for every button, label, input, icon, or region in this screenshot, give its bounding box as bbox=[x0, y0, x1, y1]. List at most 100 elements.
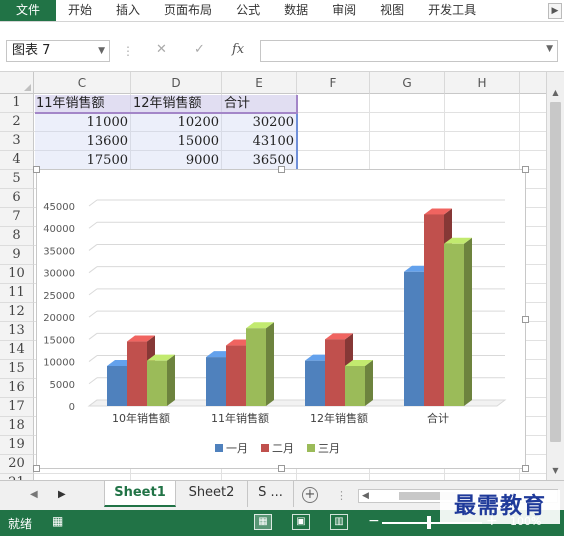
cell-c4[interactable]: 17500 bbox=[34, 151, 131, 170]
vertical-scroll-thumb[interactable] bbox=[550, 102, 561, 442]
page-break-view-button[interactable]: ▥ bbox=[330, 514, 348, 530]
chart-y-tick-label: 25000 bbox=[43, 291, 75, 302]
chart-bar bbox=[226, 345, 246, 406]
tab-page-layout[interactable]: 页面布局 bbox=[152, 0, 224, 21]
column-header-d[interactable]: D bbox=[131, 72, 222, 94]
tab-home[interactable]: 开始 bbox=[56, 0, 104, 21]
row-header-8[interactable]: 8 bbox=[0, 227, 34, 246]
resize-handle-top[interactable] bbox=[278, 166, 285, 173]
add-sheet-button[interactable]: + bbox=[302, 487, 318, 503]
row-header-11[interactable]: 11 bbox=[0, 284, 34, 303]
row-header-1[interactable]: 1 bbox=[0, 94, 34, 113]
chart-y-tick-label: 35000 bbox=[43, 246, 75, 257]
scroll-left-icon[interactable]: ◀ bbox=[362, 490, 369, 502]
chart-x-tick-label: 11年销售额 bbox=[211, 411, 269, 425]
name-box[interactable]: 图表 7 ▼ bbox=[6, 40, 110, 62]
row-header-15[interactable]: 15 bbox=[0, 360, 34, 379]
ribbon-scroll-right-icon[interactable]: ▶ bbox=[548, 3, 562, 19]
cell-e4[interactable]: 36500 bbox=[222, 151, 297, 170]
sheet-nav-next-icon[interactable]: ▶ bbox=[58, 489, 66, 500]
resize-handle-top-right[interactable] bbox=[522, 166, 529, 173]
column-header-f[interactable]: F bbox=[297, 72, 370, 94]
cancel-icon[interactable]: ✕ bbox=[156, 42, 167, 57]
row-header-4[interactable]: 4 bbox=[0, 151, 34, 170]
select-all-corner[interactable] bbox=[0, 72, 34, 94]
row-header-17[interactable]: 17 bbox=[0, 398, 34, 417]
normal-view-button[interactable]: ▦ bbox=[254, 514, 272, 530]
row-header-5[interactable]: 5 bbox=[0, 170, 34, 189]
row-header-14[interactable]: 14 bbox=[0, 341, 34, 360]
sheet-tab-sheet2[interactable]: Sheet2 bbox=[176, 481, 248, 507]
chart-legend-label: 三月 bbox=[318, 442, 340, 455]
tab-view[interactable]: 视图 bbox=[368, 0, 416, 21]
chart-bar bbox=[345, 366, 365, 406]
macro-recording-icon[interactable]: ▦ bbox=[52, 514, 63, 528]
cell-e2[interactable]: 30200 bbox=[222, 113, 297, 132]
chart-y-tick-label: 45000 bbox=[43, 202, 75, 213]
tab-formulas[interactable]: 公式 bbox=[224, 0, 272, 21]
tab-developer[interactable]: 开发工具 bbox=[416, 0, 488, 21]
formula-input[interactable]: ▼ bbox=[260, 40, 558, 62]
tab-splitter-icon[interactable]: ⋮ bbox=[336, 489, 347, 502]
cell-c3[interactable]: 13600 bbox=[34, 132, 131, 151]
chart-legend-swatch bbox=[215, 444, 223, 452]
vertical-scrollbar[interactable]: ▲ ▼ bbox=[546, 72, 564, 480]
cell-e1[interactable]: 合计 bbox=[222, 94, 297, 113]
row-header-3[interactable]: 3 bbox=[0, 132, 34, 151]
tab-file[interactable]: 文件 bbox=[0, 0, 57, 21]
chart-legend-label: 二月 bbox=[272, 442, 294, 455]
page-layout-view-button[interactable]: ▣ bbox=[292, 514, 310, 530]
column-header-g[interactable]: G bbox=[370, 72, 445, 94]
resize-handle-bottom-right[interactable] bbox=[522, 465, 529, 472]
chart-gridline-depth bbox=[88, 221, 98, 229]
tab-data[interactable]: 数据 bbox=[272, 0, 320, 21]
cell-d3[interactable]: 15000 bbox=[131, 132, 222, 151]
row-header-13[interactable]: 13 bbox=[0, 322, 34, 341]
row-header-9[interactable]: 9 bbox=[0, 246, 34, 265]
column-header-h[interactable]: H bbox=[445, 72, 520, 94]
row-header-18[interactable]: 18 bbox=[0, 417, 34, 436]
cell-d4[interactable]: 9000 bbox=[131, 151, 222, 170]
chart-y-tick-label: 0 bbox=[69, 402, 75, 413]
chart-gridline-depth bbox=[88, 266, 98, 274]
chart-bar-side bbox=[365, 360, 373, 406]
chart-y-tick-label: 30000 bbox=[43, 269, 75, 280]
column-header-e[interactable]: E bbox=[222, 72, 297, 94]
zoom-out-icon[interactable]: − bbox=[368, 513, 380, 529]
chart-y-tick-label: 20000 bbox=[43, 313, 75, 324]
row-header-6[interactable]: 6 bbox=[0, 189, 34, 208]
scroll-up-icon[interactable]: ▲ bbox=[549, 86, 562, 100]
cell-e3[interactable]: 43100 bbox=[222, 132, 297, 151]
sheet-tab-sheet1[interactable]: Sheet1 bbox=[104, 481, 176, 507]
name-box-dropdown-icon[interactable]: ▼ bbox=[98, 41, 105, 61]
chart-object[interactable]: 0 5000 10000 15000 20000 25000 30000 35000 40000… bbox=[33, 166, 529, 472]
cell-d1[interactable]: 12年销售额 bbox=[131, 94, 222, 113]
row-header-7[interactable]: 7 bbox=[0, 208, 34, 227]
expand-formula-bar-icon[interactable]: ▼ bbox=[546, 44, 553, 54]
insert-function-icon[interactable]: fx bbox=[232, 42, 244, 57]
tab-review[interactable]: 审阅 bbox=[320, 0, 368, 21]
tab-insert[interactable]: 插入 bbox=[104, 0, 152, 21]
row-header-12[interactable]: 12 bbox=[0, 303, 34, 322]
row-header-19[interactable]: 19 bbox=[0, 436, 34, 455]
scroll-down-icon[interactable]: ▼ bbox=[549, 464, 562, 478]
cell-c1[interactable]: 11年销售额 bbox=[34, 94, 131, 113]
resize-handle-top-left[interactable] bbox=[33, 166, 40, 173]
watermark-logo: 最需教育 bbox=[440, 490, 560, 524]
row-header-2[interactable]: 2 bbox=[0, 113, 34, 132]
row-header-20[interactable]: 20 bbox=[0, 455, 34, 474]
sheet-nav-prev-icon[interactable]: ◀ bbox=[30, 489, 38, 500]
enter-icon[interactable]: ✓ bbox=[194, 42, 205, 57]
row-header-16[interactable]: 16 bbox=[0, 379, 34, 398]
zoom-slider-thumb[interactable] bbox=[427, 516, 431, 529]
resize-handle-bottom[interactable] bbox=[278, 465, 285, 472]
sheet-tab-more[interactable]: S ... bbox=[248, 481, 294, 507]
column-header-c[interactable]: C bbox=[34, 72, 131, 94]
column-header-overflow bbox=[520, 72, 546, 94]
chart-gridline-depth bbox=[88, 288, 98, 296]
row-header-10[interactable]: 10 bbox=[0, 265, 34, 284]
cell-d2[interactable]: 10200 bbox=[131, 113, 222, 132]
resize-handle-right[interactable] bbox=[522, 316, 529, 323]
cell-c2[interactable]: 11000 bbox=[34, 113, 131, 132]
resize-handle-bottom-left[interactable] bbox=[33, 465, 40, 472]
